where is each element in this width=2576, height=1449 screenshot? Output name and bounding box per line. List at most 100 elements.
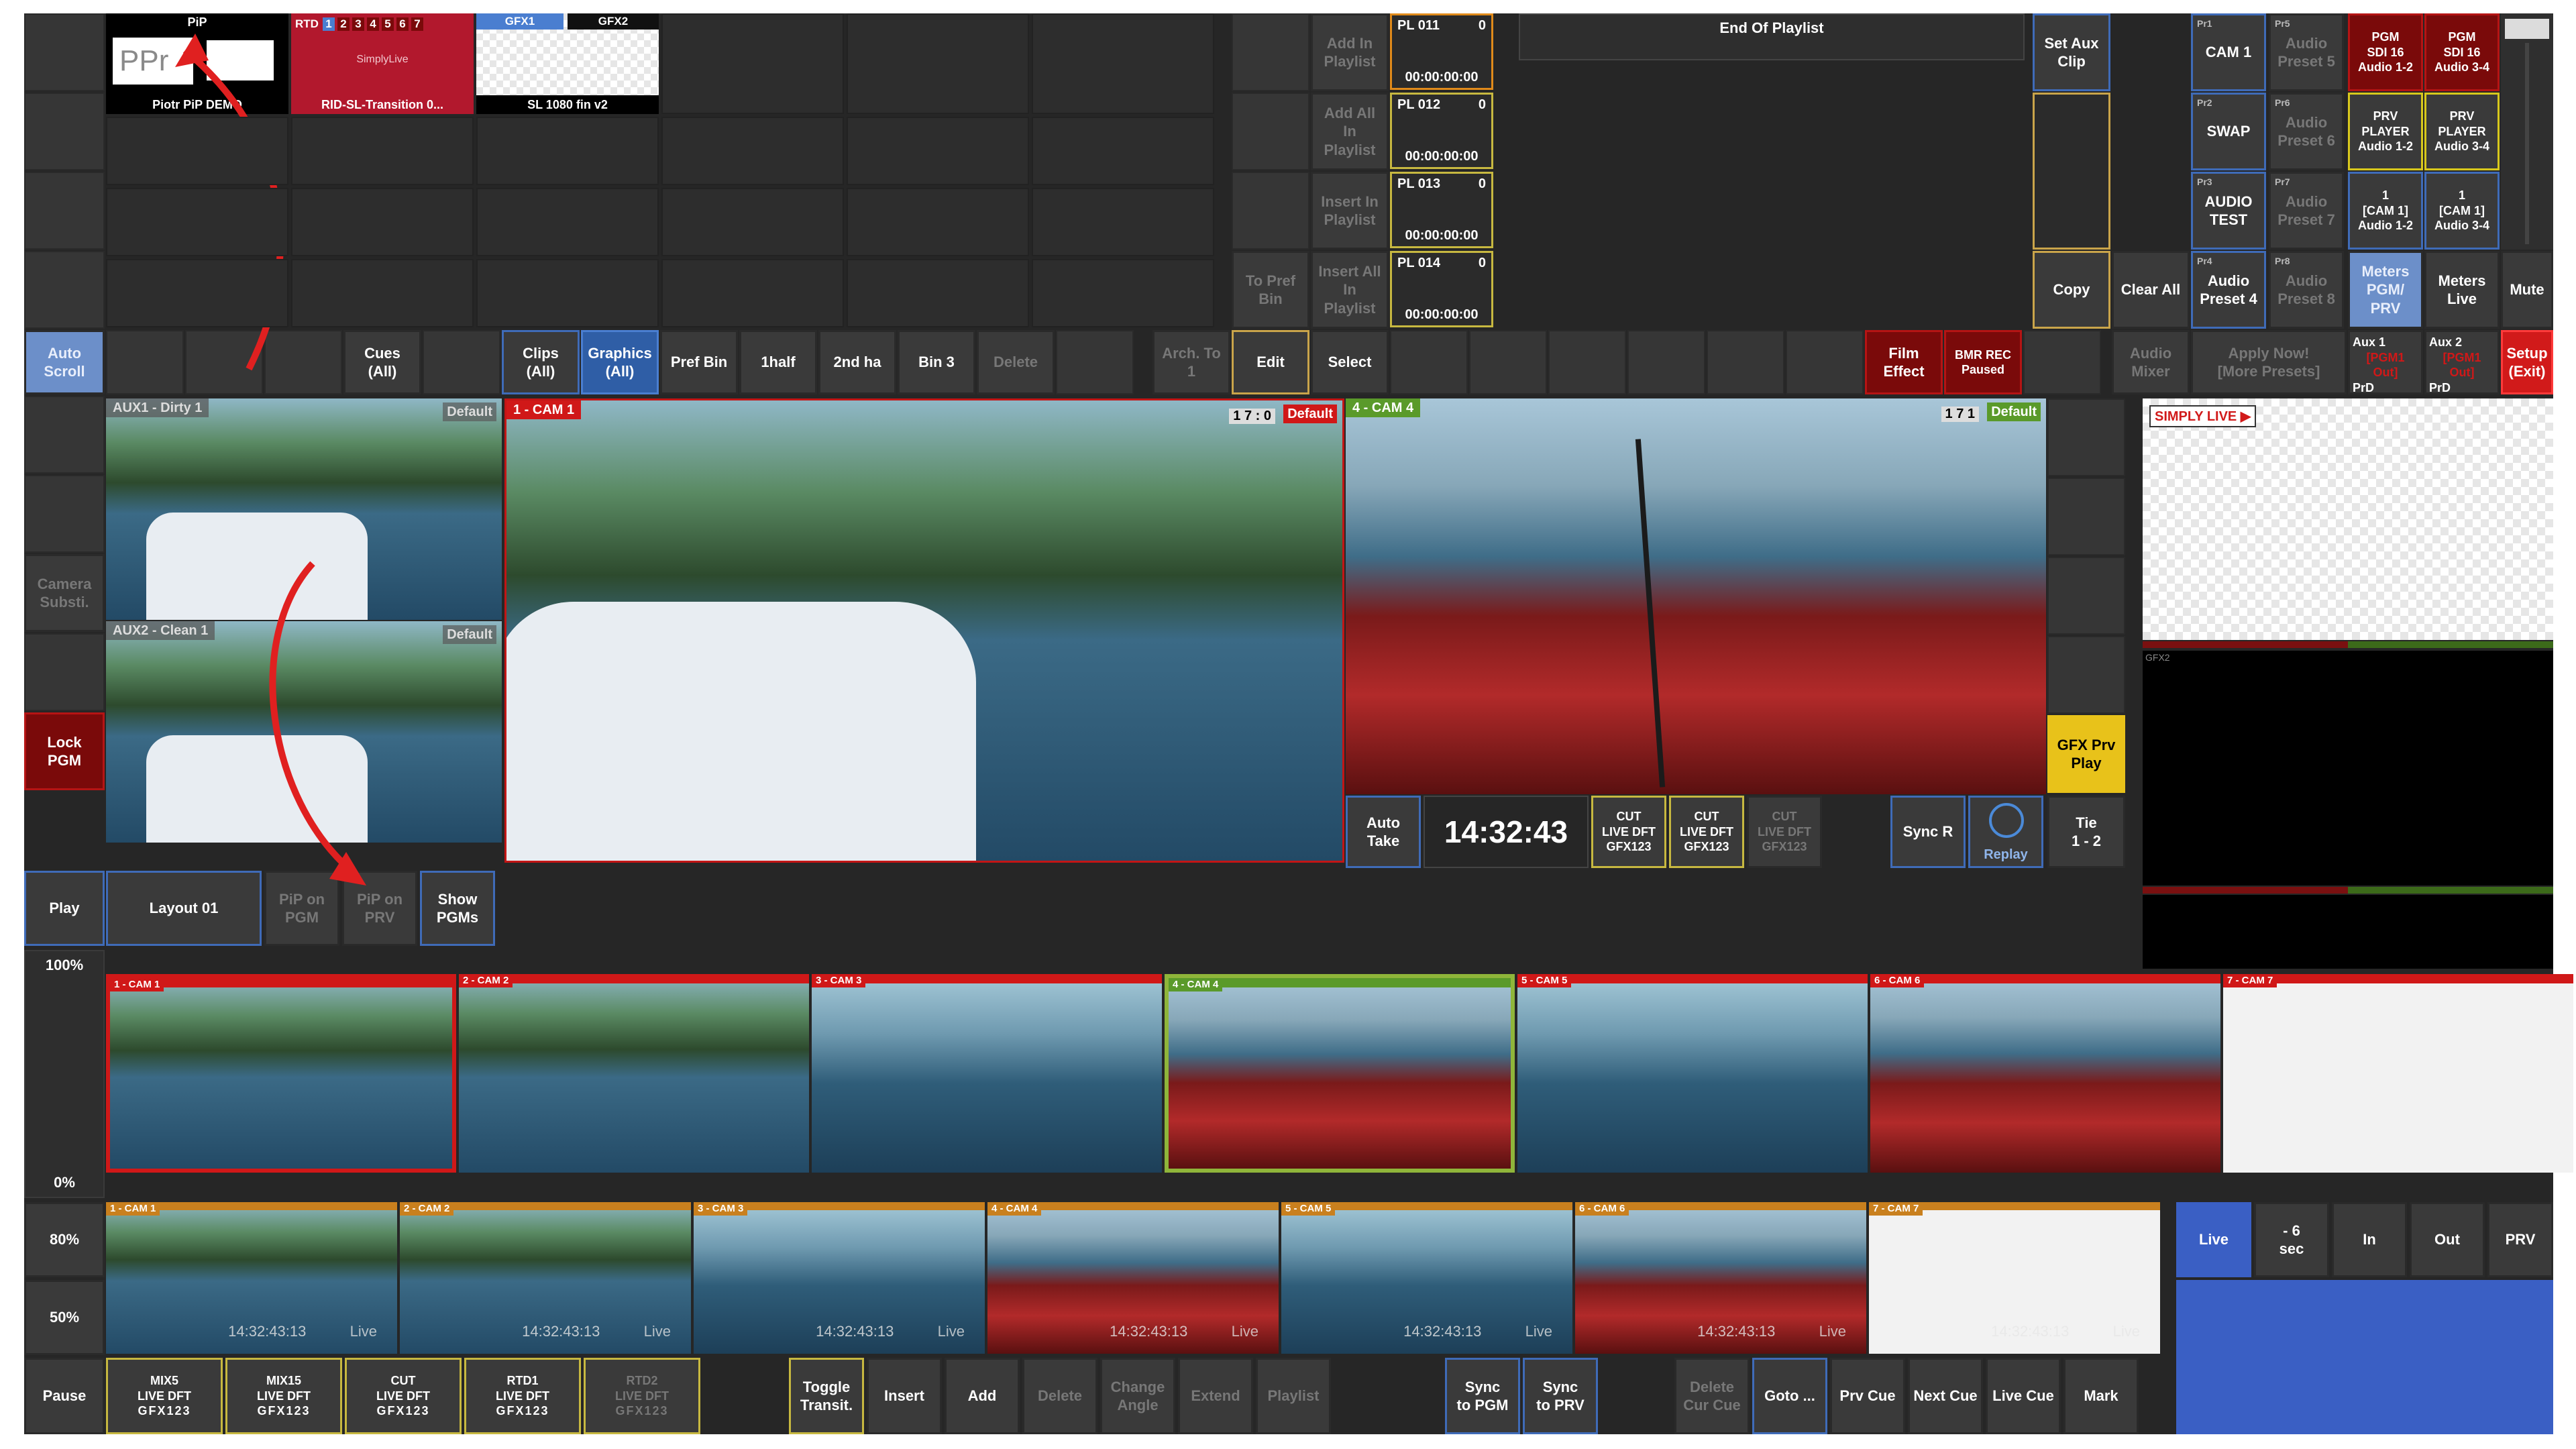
bin-3-button[interactable]: Bin 3 bbox=[898, 330, 975, 394]
sync-to-prv-button[interactable]: Sync to PRV bbox=[1523, 1358, 1598, 1434]
playlist-entry[interactable]: PL 012 0 00:00:00:00 bbox=[1390, 93, 1493, 169]
aux1-monitor[interactable]: AUX1 - Dirty 1 Default bbox=[106, 398, 502, 620]
empty-bin-slot[interactable] bbox=[106, 117, 288, 185]
empty-bin-slot[interactable] bbox=[291, 117, 474, 185]
empty-bin-slot[interactable] bbox=[847, 13, 1029, 114]
rtd-number[interactable]: 4 bbox=[366, 17, 379, 31]
bin-1half-button[interactable]: 1half bbox=[739, 330, 817, 394]
empty-bin-slot[interactable] bbox=[476, 259, 659, 327]
empty-bin-slot[interactable] bbox=[661, 188, 844, 256]
audio-preset-button[interactable]: Pr3 AUDIO TEST bbox=[2191, 172, 2266, 250]
empty-bin-slot[interactable] bbox=[847, 188, 1029, 256]
show-pgms-button[interactable]: Show PGMs bbox=[420, 871, 495, 946]
bin-pip[interactable]: PiP PPr Piotr PiP DEMO bbox=[106, 13, 288, 114]
live-cue-button[interactable]: Live Cue bbox=[1986, 1358, 2061, 1434]
toggle-transit-button[interactable]: Toggle Transit. bbox=[789, 1358, 864, 1434]
gfx2-preview[interactable]: GFX2 bbox=[2143, 651, 2553, 885]
speed-50-button[interactable]: 50% bbox=[24, 1280, 105, 1355]
pgm-audio-route-1[interactable]: PGM SDI 16 Audio 1-2 bbox=[2348, 13, 2423, 91]
live-camera-thumbnail[interactable]: 7 - CAM 7 bbox=[2223, 974, 2573, 1173]
empty-bin-slot[interactable] bbox=[106, 259, 288, 327]
replay-camera-thumbnail[interactable]: 5 - CAM 5 14:32:43:13 Live bbox=[1281, 1202, 1572, 1354]
audio-mixer-button[interactable]: Audio Mixer bbox=[2112, 330, 2190, 394]
setup-exit-button[interactable]: Setup (Exit) bbox=[2501, 330, 2553, 394]
empty-bin-slot[interactable] bbox=[291, 188, 474, 256]
insert-all-in-playlist-button[interactable]: Insert All In Playlist bbox=[1311, 251, 1389, 329]
change-angle-button[interactable]: Change Angle bbox=[1100, 1358, 1175, 1434]
pgm-monitor[interactable]: 1 - CAM 1 1 7 : 0 Default bbox=[504, 398, 1344, 863]
playlist-button[interactable]: Playlist bbox=[1256, 1358, 1331, 1434]
meters-live-button[interactable]: Meters Live bbox=[2424, 251, 2500, 329]
empty-bin-slot[interactable] bbox=[1032, 13, 1214, 114]
rtd-number[interactable]: 2 bbox=[337, 17, 350, 31]
replay-camera-thumbnail[interactable]: 1 - CAM 1 14:32:43:13 Live bbox=[106, 1202, 397, 1354]
replay-button[interactable]: Replay bbox=[1968, 796, 2043, 868]
cam1-audio-route-2[interactable]: 1 [CAM 1] Audio 3-4 bbox=[2424, 172, 2500, 250]
gfx-prv-play-button[interactable]: GFX Prv Play bbox=[2047, 715, 2125, 793]
pip-on-prv-button[interactable]: PiP on PRV bbox=[342, 871, 417, 946]
in-button[interactable]: In bbox=[2332, 1202, 2407, 1277]
play-button[interactable]: Play bbox=[24, 871, 105, 946]
live-camera-thumbnail[interactable]: 5 - CAM 5 bbox=[1517, 974, 1868, 1173]
delete-cur-cue-button[interactable]: Delete Cur Cue bbox=[1674, 1358, 1750, 1434]
clips-all-button[interactable]: Clips (All) bbox=[502, 330, 580, 394]
auto-take-button[interactable]: Auto Take bbox=[1346, 796, 1421, 868]
audio-preset-button[interactable]: Pr5 Audio Preset 5 bbox=[2269, 13, 2344, 91]
prv-monitor[interactable]: 4 - CAM 4 1 7 1 Default bbox=[1346, 398, 2046, 794]
bin-rtd[interactable]: RTD 1234567 SimplyLive RID-SL-Transition… bbox=[291, 13, 474, 114]
rtd-number[interactable]: 6 bbox=[396, 17, 409, 31]
bmr-rec-button[interactable]: BMR REC Paused bbox=[1944, 330, 2022, 394]
pref-bin-button[interactable]: Pref Bin bbox=[660, 330, 738, 394]
cam1-audio-route-1[interactable]: 1 [CAM 1] Audio 1-2 bbox=[2348, 172, 2423, 250]
prv-button[interactable]: PRV bbox=[2487, 1202, 2553, 1277]
edit-button[interactable]: Edit bbox=[1232, 330, 1309, 394]
add-in-playlist-button[interactable]: Add In Playlist bbox=[1311, 13, 1389, 91]
clear-all-button[interactable]: Clear All bbox=[2112, 251, 2190, 329]
to-pref-bin-button[interactable]: To Pref Bin bbox=[1232, 251, 1309, 329]
lock-pgm-button[interactable]: Lock PGM bbox=[24, 712, 105, 790]
empty-bin-slot[interactable] bbox=[1032, 259, 1214, 327]
pip-on-pgm-button[interactable]: PiP on PGM bbox=[264, 871, 339, 946]
audio-fader[interactable] bbox=[2501, 13, 2553, 250]
add-button[interactable]: Add bbox=[945, 1358, 1020, 1434]
pgm-audio-route-2[interactable]: PGM SDI 16 Audio 3-4 bbox=[2424, 13, 2500, 91]
speed-lever[interactable]: 100% 0% bbox=[24, 950, 105, 1198]
live-camera-thumbnail[interactable]: 1 - CAM 1 bbox=[106, 974, 456, 1173]
live-camera-thumbnail[interactable]: 3 - CAM 3 bbox=[812, 974, 1162, 1173]
arch-to-button[interactable]: Arch. To 1 bbox=[1152, 330, 1230, 394]
mix5-transition-button[interactable]: MIX5 LIVE DFT GFX123 bbox=[106, 1358, 223, 1434]
mute-button[interactable]: Mute bbox=[2501, 251, 2553, 329]
live-camera-thumbnail[interactable]: 2 - CAM 2 bbox=[459, 974, 809, 1173]
meters-pgm-prv-button[interactable]: Meters PGM/ PRV bbox=[2348, 251, 2423, 329]
delete-button[interactable]: Delete bbox=[1022, 1358, 1097, 1434]
replay-camera-thumbnail[interactable]: 3 - CAM 3 14:32:43:13 Live bbox=[694, 1202, 985, 1354]
audio-preset-button[interactable]: Pr8 Audio Preset 8 bbox=[2269, 251, 2344, 329]
replay-camera-thumbnail[interactable]: 2 - CAM 2 14:32:43:13 Live bbox=[400, 1202, 691, 1354]
camera-subst-button[interactable]: Camera Substi. bbox=[24, 554, 105, 632]
cut-transition-button[interactable]: CUT LIVE DFT GFX123 bbox=[345, 1358, 462, 1434]
prv-cue-button[interactable]: Prv Cue bbox=[1830, 1358, 1905, 1434]
empty-bin-slot[interactable] bbox=[291, 259, 474, 327]
live-camera-thumbnail[interactable]: 6 - CAM 6 bbox=[1870, 974, 2220, 1173]
aux2-monitor[interactable]: AUX2 - Clean 1 Default bbox=[106, 621, 502, 843]
layout-selector[interactable]: Layout 01 bbox=[106, 871, 262, 946]
cut-live-dft-button-3[interactable]: CUT LIVE DFT GFX123 bbox=[1747, 796, 1822, 868]
playlist-entry[interactable]: PL 011 0 00:00:00:00 bbox=[1390, 13, 1493, 90]
cut-live-dft-button-1[interactable]: CUT LIVE DFT GFX123 bbox=[1591, 796, 1666, 868]
tie-button[interactable]: Tie 1 - 2 bbox=[2047, 796, 2125, 868]
mark-button[interactable]: Mark bbox=[2063, 1358, 2139, 1434]
gfx1-tab[interactable]: GFX1 bbox=[476, 13, 564, 30]
live-camera-thumbnail[interactable]: 4 - CAM 4 bbox=[1165, 974, 1515, 1173]
audio-preset-button[interactable]: Pr2 SWAP bbox=[2191, 93, 2266, 170]
empty-bin-slot[interactable] bbox=[661, 13, 844, 114]
fader-handle[interactable] bbox=[2505, 19, 2549, 39]
empty-bin-slot[interactable] bbox=[847, 117, 1029, 185]
sync-r-button[interactable]: Sync R bbox=[1890, 796, 1966, 868]
playlist-entry[interactable]: PL 014 0 00:00:00:00 bbox=[1390, 251, 1493, 327]
rtd-number[interactable]: 7 bbox=[411, 17, 423, 31]
gfx2-tab[interactable]: GFX2 bbox=[568, 13, 659, 30]
replay-camera-thumbnail[interactable]: 7 - CAM 7 14:32:43:13 Live bbox=[1869, 1202, 2160, 1354]
empty-bin-slot[interactable] bbox=[476, 117, 659, 185]
aux1-output-button[interactable]: Aux 1 [PGM1 Out] PrD bbox=[2348, 330, 2423, 394]
rtd-number[interactable]: 5 bbox=[381, 17, 394, 31]
